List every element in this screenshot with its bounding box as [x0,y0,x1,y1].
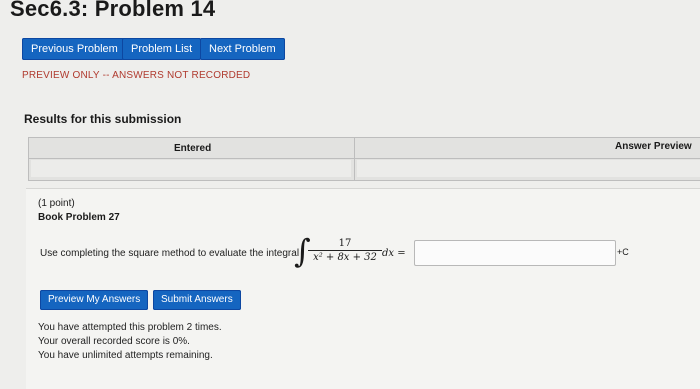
previous-problem-button[interactable]: Previous Problem [22,38,127,60]
preview-only-notice: PREVIEW ONLY -- ANSWERS NOT RECORDED [22,70,251,81]
plus-c-label: +C [617,247,629,257]
column-divider [354,138,355,180]
results-table-header: Entered Answer Preview [29,138,700,159]
results-table: Entered Answer Preview [28,137,700,181]
integrand-numerator: 17 [308,238,382,251]
results-heading: Results for this submission [24,112,182,126]
score-status: Your overall recorded score is 0%. [38,336,190,347]
integrand-denominator: x² + 8x + 32 [313,252,377,263]
entered-cell [31,160,351,177]
answer-input[interactable] [414,240,616,266]
column-header-answer-preview: Answer Preview [615,141,692,152]
submit-answers-button[interactable]: Submit Answers [153,290,241,310]
page-title: Sec6.3: Problem 14 [10,0,216,21]
problem-question: Use completing the square method to eval… [40,248,300,259]
attempts-status: You have attempted this problem 2 times. [38,322,222,333]
column-header-entered: Entered [174,143,212,154]
next-problem-button[interactable]: Next Problem [200,38,285,60]
book-problem-label: Book Problem 27 [38,212,120,223]
remaining-status: You have unlimited attempts remaining. [38,350,213,361]
problem-points: (1 point) [38,198,75,209]
answer-preview-cell [357,160,700,177]
preview-answers-button[interactable]: Preview My Answers [40,290,149,310]
integrand-fraction: 17 x² + 8x + 32 [308,238,382,263]
problem-list-button[interactable]: Problem List [122,38,202,60]
differential-dx: dx = [382,248,406,259]
